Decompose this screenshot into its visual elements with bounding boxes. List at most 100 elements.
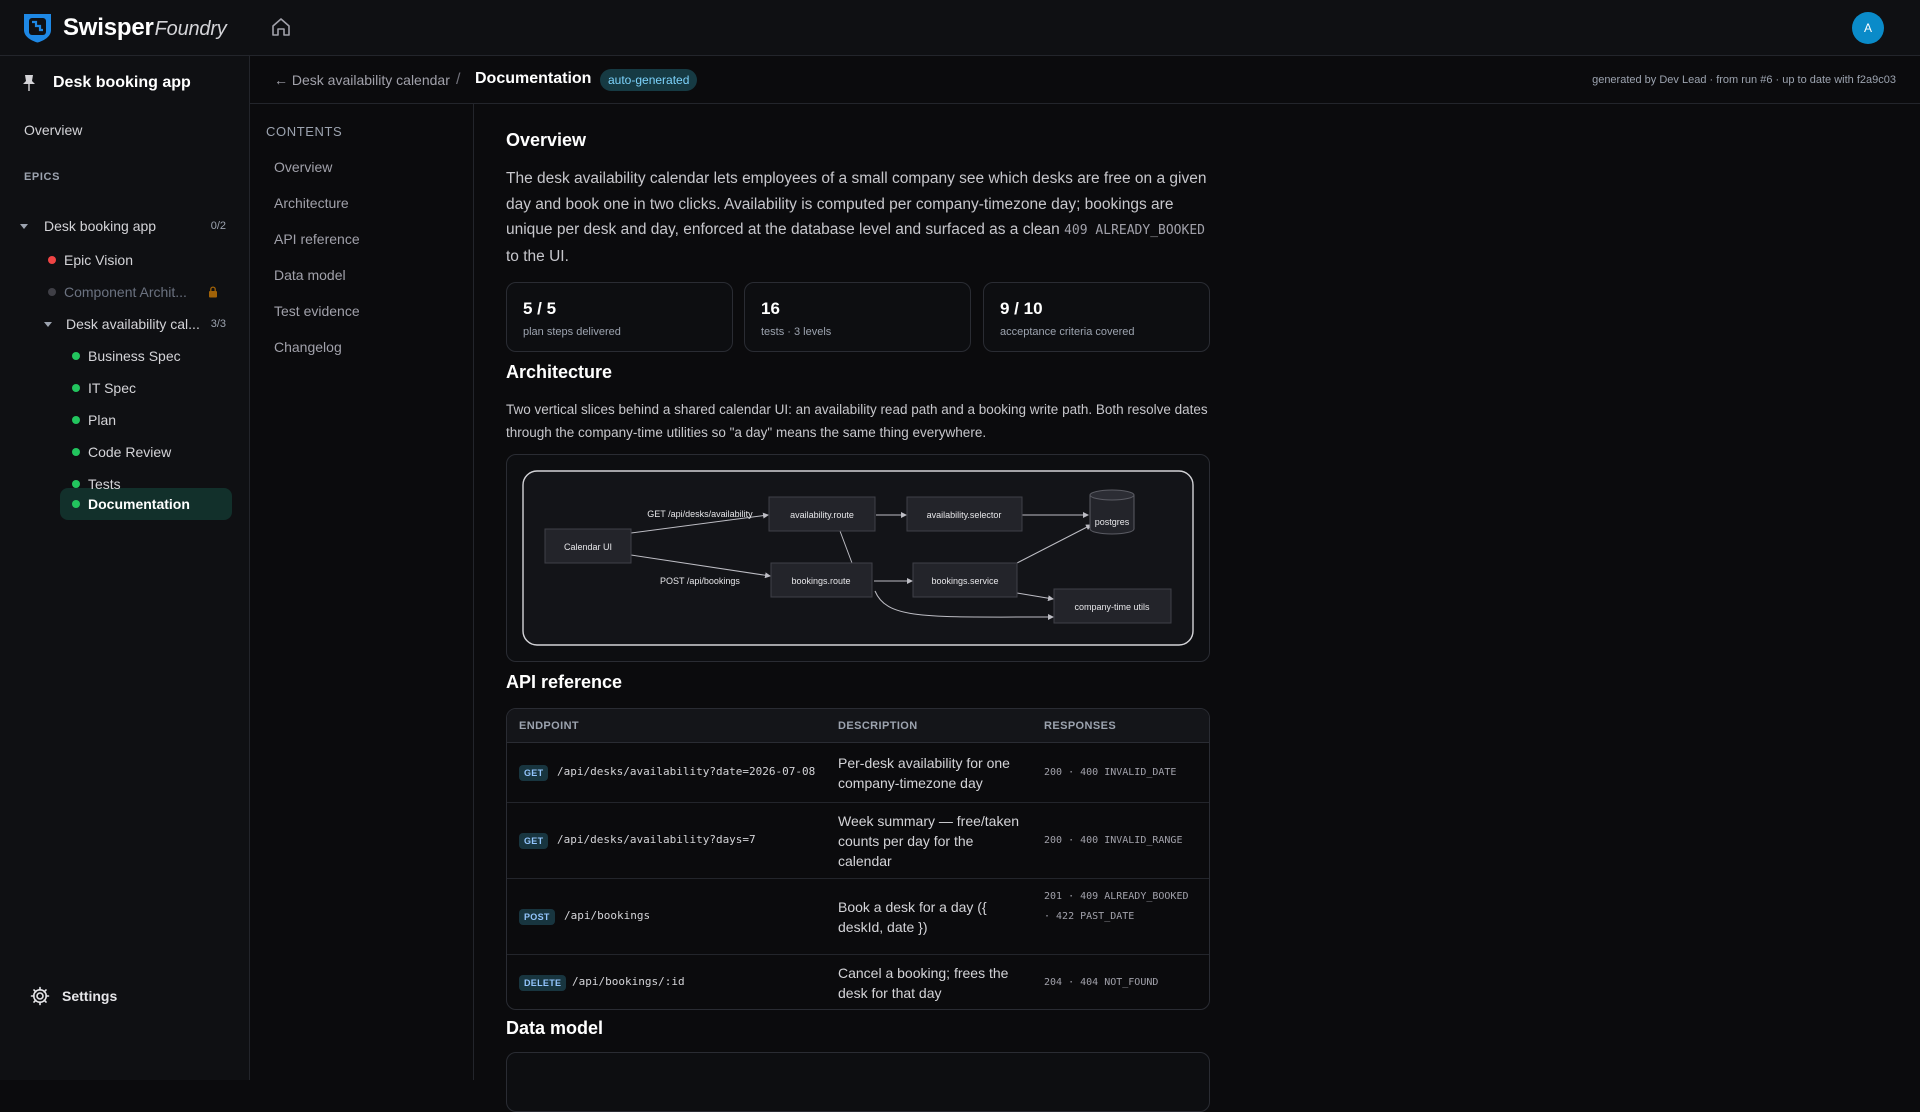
table-header: ENDPOINT DESCRIPTION RESPONSES	[507, 709, 1209, 743]
toc-item-test-evidence[interactable]: Test evidence	[274, 303, 360, 319]
node-label: availability.route	[790, 510, 854, 520]
endpoint-path: /api/bookings	[564, 909, 651, 922]
tree-item-count: 3/3	[210, 318, 226, 330]
status-badge: auto-generated	[600, 69, 698, 91]
table-row[interactable]: POST /api/bookings Book a desk for a day…	[507, 879, 1209, 955]
breadcrumb: ← Desk availability calendar / Documenta…	[250, 56, 1920, 104]
status-dot-icon	[72, 416, 80, 424]
stat-label: acceptance criteria covered	[1000, 326, 1135, 338]
method-badge: GET	[519, 833, 549, 849]
logo-shield-icon	[24, 14, 51, 43]
epics-label: EPICS	[24, 171, 61, 183]
settings-label: Settings	[62, 988, 118, 1004]
chevron-down-icon[interactable]	[20, 223, 28, 229]
toc-item-changelog[interactable]: Changelog	[274, 339, 342, 355]
status-dot-icon	[72, 500, 80, 508]
endpoint-path: /api/bookings/:id	[572, 975, 685, 988]
tree-item-desk-availability-calendar[interactable]: Desk availability cal... 3/3	[0, 312, 250, 336]
tree-item-code-review[interactable]: Code Review	[0, 440, 250, 464]
table-of-contents: CONTENTS Overview Architecture API refer…	[250, 104, 474, 1080]
method-badge: GET	[519, 765, 549, 781]
breadcrumb-back-link[interactable]: ← Desk availability calendar	[274, 72, 450, 88]
table-row[interactable]: DELETE /api/bookings/:id Cancel a bookin…	[507, 955, 1209, 1009]
overview-text-end: to the UI.	[506, 247, 569, 265]
tree-item-it-spec[interactable]: IT Spec	[0, 376, 250, 400]
tree-item-component-architecture[interactable]: Component Archit...	[0, 280, 250, 304]
table-row[interactable]: GET /api/desks/availability?date=2026-07…	[507, 743, 1209, 803]
pin-icon[interactable]	[22, 74, 36, 92]
logo[interactable]: SwisperFoundry	[23, 12, 227, 43]
lock-icon	[209, 286, 217, 298]
tree-item-label: Code Review	[88, 444, 172, 460]
node-label: Calendar UI	[564, 542, 612, 552]
column-header-description: DESCRIPTION	[838, 720, 918, 732]
node-label: availability.selector	[927, 510, 1002, 520]
stat-value: 16	[761, 299, 780, 318]
toc-item-overview[interactable]: Overview	[274, 159, 332, 175]
endpoint-path: /api/desks/availability?days=7	[557, 833, 756, 846]
avatar[interactable]: A	[1852, 12, 1884, 44]
gear-icon	[30, 986, 50, 1006]
node-label: bookings.service	[931, 576, 998, 586]
table-row[interactable]: GET /api/desks/availability?days=7 Week …	[507, 803, 1209, 879]
breadcrumb-separator: /	[456, 71, 461, 88]
toc-title: CONTENTS	[266, 124, 343, 139]
tree-item-label: Documentation	[88, 496, 190, 512]
endpoint-description: Cancel a booking; frees the desk for tha…	[838, 965, 1009, 1001]
toc-item-architecture[interactable]: Architecture	[274, 195, 349, 211]
tree-item-label: Desk booking app	[44, 218, 157, 234]
tree-item-documentation[interactable]: Documentation	[0, 492, 250, 516]
tree-item-count: 0/2	[210, 220, 226, 232]
toc-item-data-model[interactable]: Data model	[274, 267, 346, 283]
status-dot-icon	[72, 480, 80, 488]
stat-card-plan-steps: 5 / 5 plan steps delivered	[506, 282, 733, 352]
stat-card-acceptance: 9 / 10 acceptance criteria covered	[983, 282, 1210, 352]
tree-item-label: Business Spec	[88, 348, 181, 364]
section-title-overview: Overview	[506, 130, 587, 150]
endpoint-description: Book a desk for a day ({ deskId, date })	[838, 899, 987, 935]
chevron-down-icon[interactable]	[44, 321, 52, 327]
status-dot-icon	[48, 256, 56, 264]
stat-label: tests · 3 levels	[761, 326, 832, 338]
tree-item-label: Desk availability cal...	[66, 316, 200, 332]
tree-item-desk-booking-app[interactable]: Desk booking app 0/2	[0, 214, 250, 238]
endpoint-responses: 200 · 400 INVALID_DATE	[1044, 767, 1177, 778]
method-badge: DELETE	[519, 975, 567, 991]
stat-label: plan steps delivered	[523, 326, 621, 338]
status-dot-icon	[72, 448, 80, 456]
sidebar: Desk booking app Overview EPICS Desk boo…	[0, 56, 250, 1080]
section-title-architecture: Architecture	[506, 362, 613, 382]
section-title-api-reference: API reference	[506, 672, 623, 692]
brand-name: SwisperFoundry	[63, 13, 227, 41]
project-title: Desk booking app	[53, 74, 191, 91]
page-title: Documentation	[475, 70, 592, 87]
diagram-svg: Calendar UI availability.route availabil…	[522, 470, 1194, 646]
stat-value: 9 / 10	[1000, 299, 1043, 318]
tree-item-business-spec[interactable]: Business Spec	[0, 344, 250, 368]
stat-card-tests: 16 tests · 3 levels	[744, 282, 971, 352]
sidebar-item-overview[interactable]: Overview	[24, 122, 82, 138]
status-dot-icon	[72, 384, 80, 392]
column-header-responses: RESPONSES	[1044, 720, 1117, 732]
tree-item-label: Tests	[88, 476, 121, 492]
toc-item-api-reference[interactable]: API reference	[274, 231, 360, 247]
node-label: company-time utils	[1074, 602, 1150, 612]
tree-item-label: Epic Vision	[64, 252, 134, 268]
status-dot-icon	[72, 352, 80, 360]
endpoint-description: Week summary — free/taken counts per day…	[838, 813, 1020, 869]
node-label: postgres	[1095, 517, 1130, 527]
home-icon[interactable]	[270, 16, 292, 38]
settings-button[interactable]: Settings	[30, 986, 117, 1006]
method-badge: POST	[519, 909, 555, 925]
endpoint-responses: 200 · 400 INVALID_RANGE	[1044, 835, 1183, 846]
endpoint-description: Per-desk availability for one company-ti…	[838, 755, 1010, 791]
architecture-text: Two vertical slices behind a shared cale…	[506, 402, 1208, 440]
tree-item-epic-vision[interactable]: Epic Vision	[0, 248, 250, 272]
tree-item-label: Plan	[88, 412, 117, 428]
tree-item-plan[interactable]: Plan	[0, 408, 250, 432]
tree-item-label: Component Archit...	[64, 284, 187, 300]
generation-meta: generated by Dev Lead · from run #6 · up…	[1592, 74, 1896, 86]
endpoint-responses: 204 · 404 NOT_FOUND	[1044, 977, 1159, 988]
endpoint-responses: 201 · 409 ALREADY_BOOKED · 422 PAST_DATE	[1044, 891, 1189, 922]
api-table: ENDPOINT DESCRIPTION RESPONSES GET /api/…	[506, 708, 1210, 1010]
